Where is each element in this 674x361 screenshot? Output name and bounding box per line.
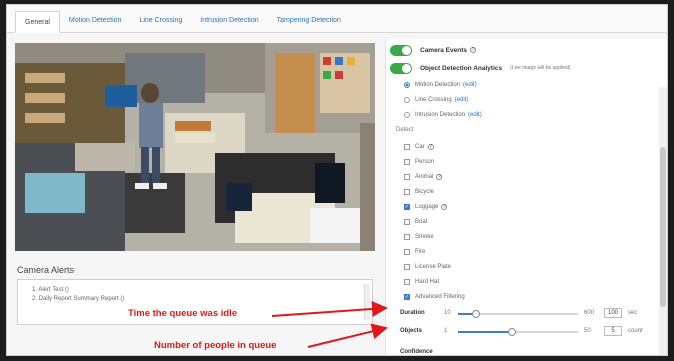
objects-min: 1 xyxy=(444,328,448,334)
detect-option-advanced-filtering[interactable]: ✓ Advanced Filtering xyxy=(404,292,465,301)
analytic-label: Motion Detection xyxy=(415,81,461,88)
detect-option-smoke[interactable]: Smoke xyxy=(404,232,434,241)
edit-link[interactable]: (edit) xyxy=(468,112,482,118)
camera-view xyxy=(15,43,375,251)
checkbox[interactable] xyxy=(404,188,410,195)
objects-slider-handle[interactable] xyxy=(508,328,516,336)
camera-events-label: Camera Events xyxy=(420,46,467,54)
checkbox[interactable] xyxy=(404,278,410,285)
objects-label: Objects xyxy=(400,328,423,334)
tab-intrusion-detection[interactable]: Intrusion Detection xyxy=(191,10,267,32)
detect-option-bicycle[interactable]: Bicycle xyxy=(404,187,434,196)
camera-events-toggle[interactable] xyxy=(390,44,412,56)
object-detection-label: Object Detection Analytics xyxy=(420,64,503,72)
analytic-option[interactable]: Motion Detection (edit) xyxy=(404,80,477,89)
camera-alerts-title: Camera Alerts xyxy=(17,265,75,275)
checkbox[interactable] xyxy=(404,263,410,270)
duration-slider-row: Duration 10 600 100 sec xyxy=(400,308,660,319)
checkbox[interactable] xyxy=(404,218,410,225)
analytic-label: Line Crossing xyxy=(415,96,452,103)
help-icon[interactable]: ? xyxy=(436,173,443,180)
alert-item[interactable]: 2. Daily Report Summary Report () xyxy=(32,295,362,304)
checkbox-checked[interactable]: ✓ xyxy=(404,203,410,210)
edit-link[interactable]: (edit) xyxy=(455,97,469,103)
help-icon[interactable]: ? xyxy=(469,47,476,53)
detect-option-license-plate[interactable]: License Plate xyxy=(404,262,451,271)
tab-tampering-detection[interactable]: Tampering Detection xyxy=(268,10,350,32)
detect-option-luggage[interactable]: ✓ Luggage? xyxy=(404,202,448,211)
duration-max: 600 xyxy=(584,310,595,316)
detect-heading: Detect xyxy=(396,127,414,133)
detect-option-car[interactable]: Car? xyxy=(404,142,434,151)
checkbox[interactable] xyxy=(404,173,410,180)
tab-bar: General Motion Detection Line Crossing I… xyxy=(7,5,667,33)
detect-option-animal[interactable]: Animal? xyxy=(404,172,443,181)
radio-button[interactable] xyxy=(404,96,410,103)
duration-annotation: Time the queue was idle xyxy=(128,308,238,319)
left-column: Camera Alerts 1. Alert Test () 2. Daily … xyxy=(15,43,375,353)
duration-slider[interactable] xyxy=(458,310,578,318)
duration-unit: sec xyxy=(628,310,638,316)
detect-option-hard-hat[interactable]: Hard Hat xyxy=(404,277,439,286)
tab-line-crossing[interactable]: Line Crossing xyxy=(130,10,191,32)
help-icon[interactable]: ? xyxy=(427,143,434,150)
tab-general[interactable]: General xyxy=(15,11,60,33)
store-camera-image xyxy=(15,43,375,251)
alert-item[interactable]: 1. Alert Test () xyxy=(32,286,362,295)
panel-scrollbar[interactable] xyxy=(659,87,667,355)
duration-min: 10 xyxy=(444,310,451,316)
help-icon[interactable]: ? xyxy=(441,203,448,210)
objects-slider[interactable] xyxy=(458,328,578,336)
analytic-label: Intrusion Detection xyxy=(415,111,466,118)
settings-panel: Camera Events ? Object Detection Analyti… xyxy=(385,39,667,355)
panel-scrollbar-thumb[interactable] xyxy=(660,147,666,307)
checkbox[interactable] xyxy=(404,233,410,240)
objects-max: 50 xyxy=(584,328,591,334)
radio-button[interactable] xyxy=(404,81,410,88)
radio-button[interactable] xyxy=(404,111,410,118)
tab-motion-detection[interactable]: Motion Detection xyxy=(60,10,131,32)
checkbox[interactable] xyxy=(404,143,410,150)
checkbox[interactable] xyxy=(404,158,410,165)
detect-option-person[interactable]: Person xyxy=(404,157,434,166)
edit-link[interactable]: (edit) xyxy=(463,82,477,88)
object-detection-note: (Live image will be applied) xyxy=(510,65,571,71)
detect-option-boat[interactable]: Boat xyxy=(404,217,427,226)
objects-annotation: Number of people in queue xyxy=(154,340,277,351)
analytic-option[interactable]: Intrusion Detection (edit) xyxy=(404,110,482,119)
object-detection-toggle[interactable] xyxy=(390,62,412,74)
objects-slider-fill xyxy=(458,331,512,333)
objects-input[interactable]: 5 xyxy=(604,326,622,336)
checkbox-checked[interactable]: ✓ xyxy=(404,293,410,300)
duration-input[interactable]: 100 xyxy=(604,308,622,318)
app-window: General Motion Detection Line Crossing I… xyxy=(6,4,668,356)
camera-events-row: Camera Events ? xyxy=(390,43,476,57)
objects-unit: count xyxy=(628,328,643,334)
checkbox[interactable] xyxy=(404,248,410,255)
confidence-label: Confidence xyxy=(400,349,433,355)
analytic-option[interactable]: Line Crossing (edit) xyxy=(404,95,468,104)
objects-slider-row: Objects 1 50 5 count xyxy=(400,326,660,337)
duration-slider-handle[interactable] xyxy=(472,310,480,318)
alerts-scrollbar[interactable] xyxy=(364,284,370,320)
object-detection-row: Object Detection Analytics (Live image w… xyxy=(390,61,570,75)
duration-label: Duration xyxy=(400,310,425,316)
detect-option-fire[interactable]: Fire xyxy=(404,247,425,256)
